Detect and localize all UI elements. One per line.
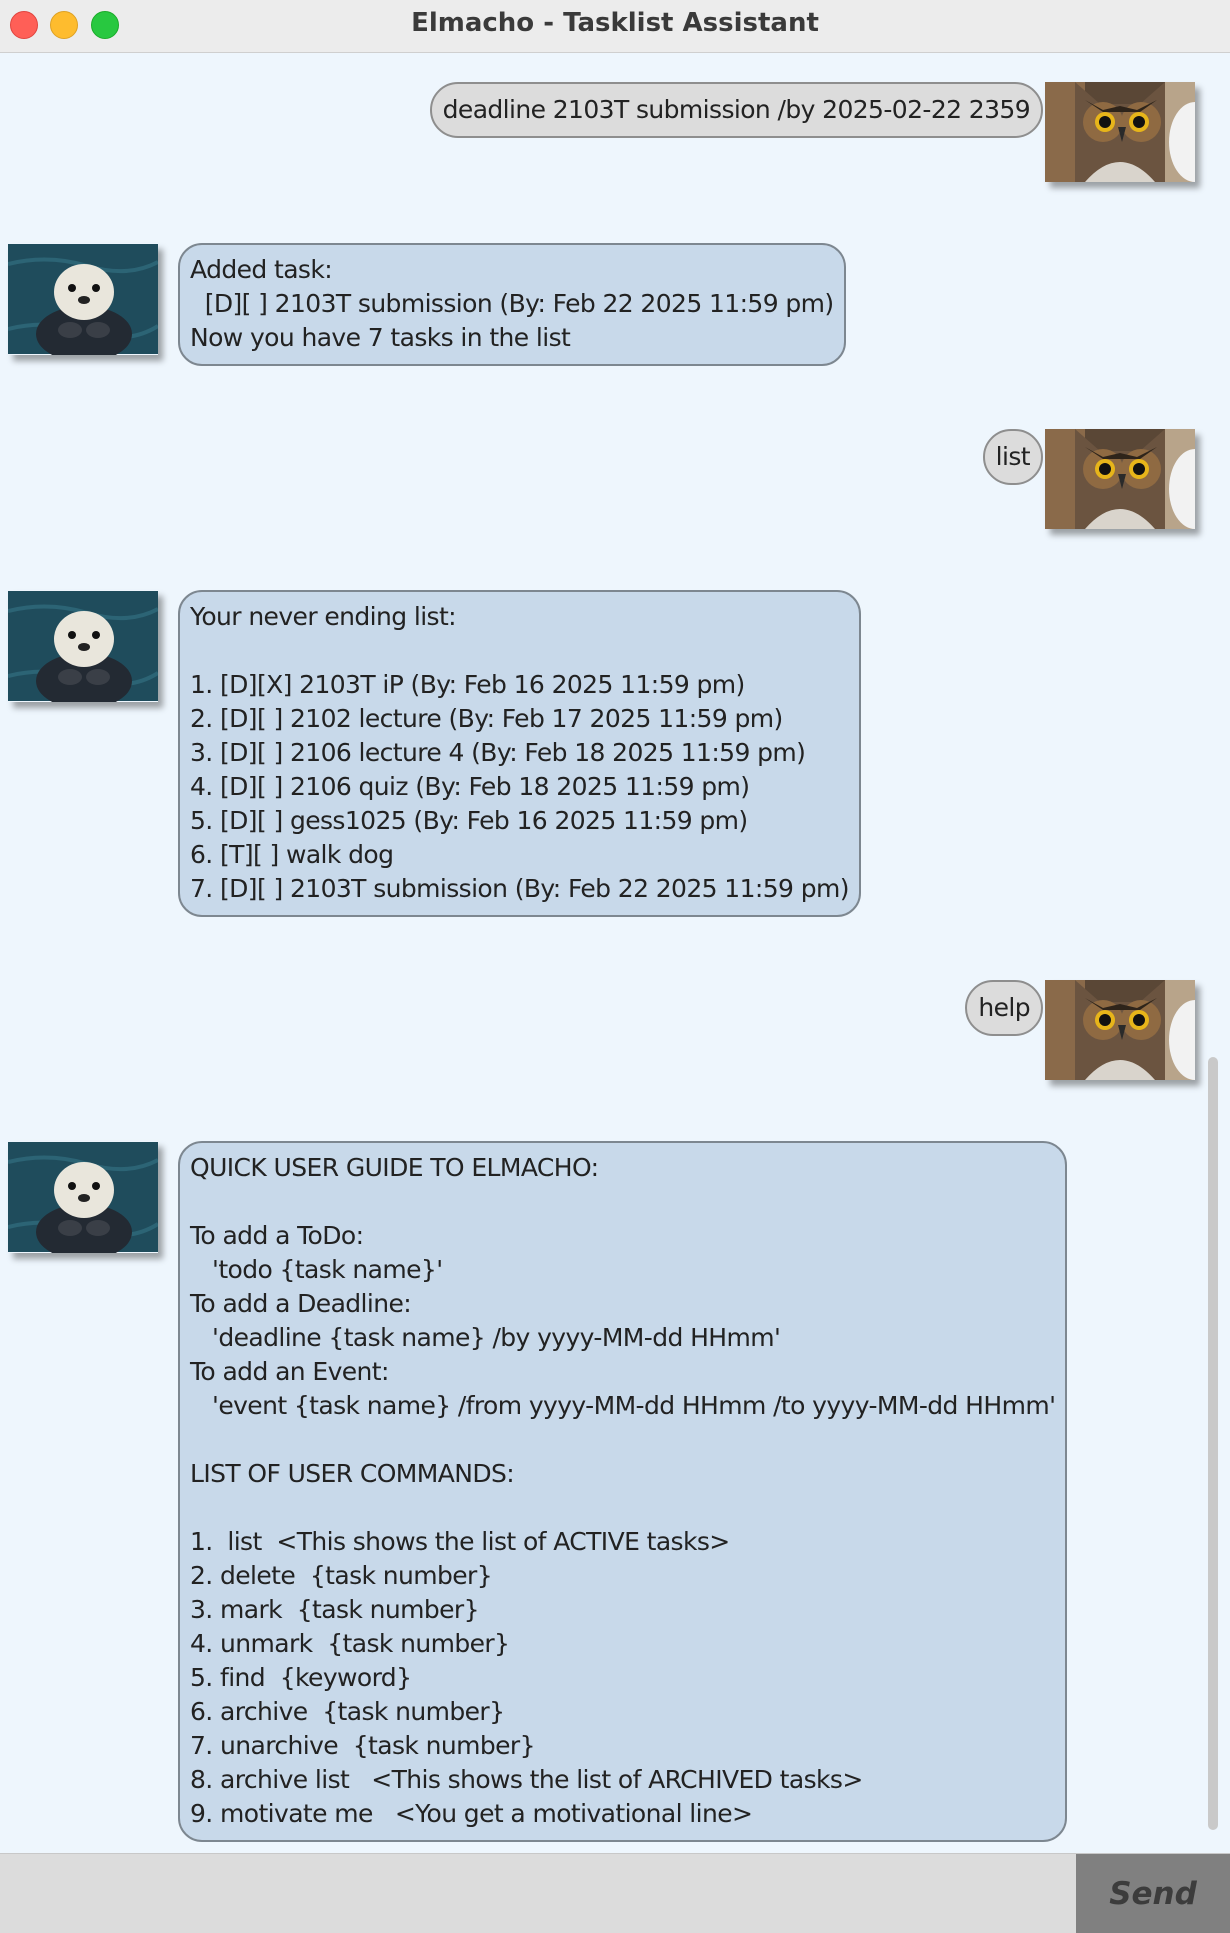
- bot-avatar-otter-icon: [8, 590, 158, 702]
- user-message-bubble: help: [965, 980, 1043, 1036]
- input-bar: Send: [0, 1853, 1230, 1933]
- bot-message-row: Added task: [D][ ] 2103T submission (By:…: [0, 243, 1210, 373]
- title-bar: Elmacho - Tasklist Assistant: [0, 0, 1230, 53]
- bot-message-bubble: Your never ending list: 1. [D][X] 2103T …: [178, 590, 861, 917]
- user-avatar-owl-icon: [1045, 82, 1195, 182]
- bot-message-row: QUICK USER GUIDE TO ELMACHO: To add a To…: [0, 1141, 1210, 1851]
- chat-dialog-area[interactable]: deadline 2103T submission /by 2025-02-22…: [0, 53, 1230, 1853]
- command-input[interactable]: [0, 1854, 1075, 1933]
- window-title: Elmacho - Tasklist Assistant: [411, 8, 819, 38]
- user-avatar-owl-icon: [1045, 429, 1195, 529]
- bot-message-bubble: QUICK USER GUIDE TO ELMACHO: To add a To…: [178, 1141, 1068, 1842]
- bot-avatar-otter-icon: [8, 1141, 158, 1253]
- user-message-row: deadline 2103T submission /by 2025-02-22…: [0, 82, 1210, 182]
- send-button[interactable]: Send: [1076, 1854, 1230, 1933]
- chat-scrollbar[interactable]: [1208, 1057, 1218, 1830]
- bot-avatar-otter-icon: [8, 243, 158, 355]
- user-message-bubble: deadline 2103T submission /by 2025-02-22…: [429, 82, 1043, 138]
- user-avatar-owl-icon: [1045, 980, 1195, 1080]
- bot-message-row: Your never ending list: 1. [D][X] 2103T …: [0, 590, 1210, 930]
- user-message-row: list: [0, 429, 1210, 529]
- user-message-bubble: list: [982, 429, 1043, 485]
- user-message-row: help: [0, 980, 1210, 1080]
- app-window: Elmacho - Tasklist Assistant deadline 21…: [0, 0, 1230, 1933]
- bot-message-bubble: Added task: [D][ ] 2103T submission (By:…: [178, 243, 846, 366]
